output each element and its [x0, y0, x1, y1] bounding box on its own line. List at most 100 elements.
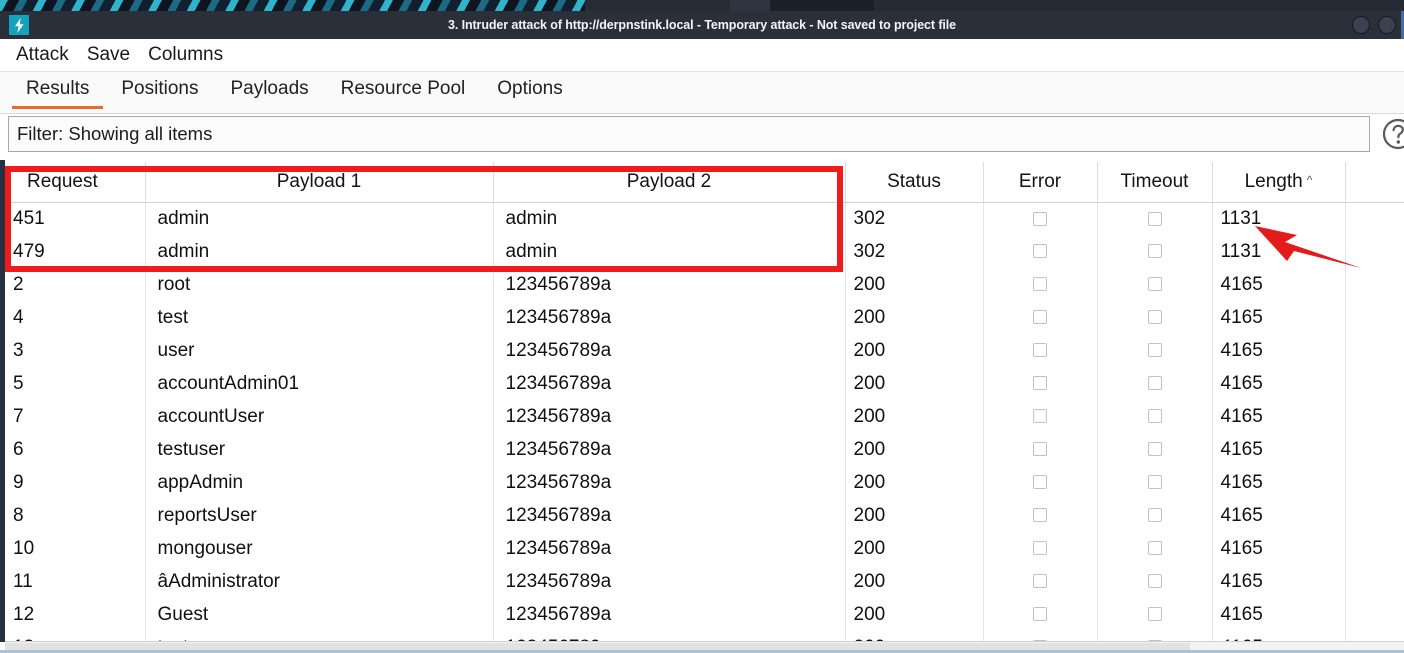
column-header-error[interactable]: Error [983, 162, 1098, 203]
checkbox-icon[interactable] [1033, 607, 1047, 622]
title-bar: 3. Intruder attack of http://derpnstink.… [0, 11, 1404, 39]
cell-error[interactable] [983, 268, 1098, 301]
checkbox-icon[interactable] [1033, 376, 1047, 391]
tab-positions[interactable]: Positions [105, 72, 214, 109]
cell-timeout[interactable] [1097, 466, 1213, 499]
column-header-length[interactable]: Length ^ [1212, 162, 1346, 203]
window-controls [1352, 16, 1396, 34]
table-row[interactable]: 8 reportsUser 123456789a 200 4165 [5, 499, 1404, 532]
cell-timeout[interactable] [1097, 202, 1213, 235]
column-header-payload1[interactable]: Payload 1 [145, 162, 494, 203]
checkbox-icon[interactable] [1147, 376, 1162, 391]
menu-item-attack[interactable]: Attack [10, 43, 75, 67]
checkbox-icon[interactable] [1033, 343, 1047, 358]
cell-status: 200 [845, 367, 984, 400]
cell-timeout[interactable] [1097, 334, 1213, 367]
tab-payloads[interactable]: Payloads [214, 72, 324, 109]
table-row[interactable]: 7 accountUser 123456789a 200 4165 [5, 400, 1404, 433]
cell-payload2: 123456789a [493, 565, 846, 598]
burp-intruder-window: 3. Intruder attack of http://derpnstink.… [0, 0, 1404, 653]
maximize-button[interactable] [1378, 16, 1396, 34]
cell-timeout[interactable] [1097, 532, 1213, 565]
checkbox-icon[interactable] [1033, 409, 1047, 424]
cell-error[interactable] [983, 400, 1098, 433]
cell-payload2: 123456789a [493, 268, 846, 301]
cell-timeout[interactable] [1097, 565, 1213, 598]
menu-item-columns[interactable]: Columns [142, 43, 229, 67]
checkbox-icon[interactable] [1033, 244, 1047, 259]
checkbox-icon[interactable] [1147, 211, 1162, 226]
column-header-timeout[interactable]: Timeout [1097, 162, 1213, 203]
checkbox-icon[interactable] [1147, 475, 1162, 490]
checkbox-icon[interactable] [1033, 442, 1047, 457]
table-row[interactable]: 11 âAdministrator 123456789a 200 4165 [5, 565, 1404, 598]
column-header-payload2[interactable]: Payload 2 [493, 162, 846, 203]
minimize-button[interactable] [1352, 16, 1370, 34]
cell-error[interactable] [983, 202, 1098, 235]
cell-error[interactable] [983, 598, 1098, 631]
cell-timeout[interactable] [1097, 301, 1213, 334]
checkbox-icon[interactable] [1033, 574, 1047, 589]
cell-timeout[interactable] [1097, 367, 1213, 400]
checkbox-icon[interactable] [1147, 607, 1162, 622]
cell-error[interactable] [983, 367, 1098, 400]
table-row[interactable]: 10 mongouser 123456789a 200 4165 [5, 532, 1404, 565]
question-circle-icon[interactable] [1381, 117, 1404, 151]
table-row[interactable]: 9 appAdmin 123456789a 200 4165 [5, 466, 1404, 499]
cell-timeout[interactable] [1097, 268, 1213, 301]
cell-timeout[interactable] [1097, 400, 1213, 433]
cell-error[interactable] [983, 235, 1098, 268]
checkbox-icon[interactable] [1147, 541, 1162, 556]
cell-status: 200 [845, 565, 984, 598]
table-row[interactable]: 5 accountAdmin01 123456789a 200 4165 [5, 367, 1404, 400]
cell-error[interactable] [983, 565, 1098, 598]
table-row[interactable]: 451 admin admin 302 1131 [5, 202, 1404, 235]
cell-status: 200 [845, 268, 984, 301]
table-row[interactable]: 12 Guest 123456789a 200 4165 [5, 598, 1404, 631]
checkbox-icon[interactable] [1033, 508, 1047, 523]
checkbox-icon[interactable] [1033, 541, 1047, 556]
checkbox-icon[interactable] [1033, 277, 1047, 292]
cell-timeout[interactable] [1097, 598, 1213, 631]
cell-timeout[interactable] [1097, 235, 1213, 268]
tab-options[interactable]: Options [481, 72, 578, 109]
cell-spacer [1345, 268, 1404, 301]
table-row[interactable]: 2 root 123456789a 200 4165 [5, 268, 1404, 301]
window-title: 3. Intruder attack of http://derpnstink.… [447, 18, 957, 32]
filter-bar[interactable]: Filter: Showing all items [8, 116, 1370, 152]
table-row[interactable]: 479 admin admin 302 1131 [5, 235, 1404, 268]
checkbox-icon[interactable] [1147, 409, 1162, 424]
checkbox-icon[interactable] [1147, 244, 1162, 259]
checkbox-icon[interactable] [1033, 475, 1047, 490]
cell-timeout[interactable] [1097, 433, 1213, 466]
table-row[interactable]: 4 test 123456789a 200 4165 [5, 301, 1404, 334]
cell-payload2: 123456789a [493, 532, 846, 565]
cell-status: 200 [845, 433, 984, 466]
cell-error[interactable] [983, 301, 1098, 334]
checkbox-icon[interactable] [1147, 574, 1162, 589]
sliver-segment-a [585, 0, 730, 11]
menu-item-save[interactable]: Save [81, 43, 136, 67]
checkbox-icon[interactable] [1147, 442, 1162, 457]
table-row[interactable]: 3 user 123456789a 200 4165 [5, 334, 1404, 367]
cell-error[interactable] [983, 466, 1098, 499]
checkbox-icon[interactable] [1033, 211, 1047, 226]
checkbox-icon[interactable] [1147, 343, 1162, 358]
cell-request: 11 [5, 565, 146, 598]
cell-error[interactable] [983, 433, 1098, 466]
cell-error[interactable] [983, 532, 1098, 565]
checkbox-icon[interactable] [1147, 310, 1162, 325]
tab-resource-pool[interactable]: Resource Pool [325, 72, 482, 109]
cell-error[interactable] [983, 334, 1098, 367]
column-header-request[interactable]: Request [5, 162, 146, 203]
tab-results[interactable]: Results [10, 72, 105, 109]
checkbox-icon[interactable] [1033, 310, 1047, 325]
table-row[interactable]: 6 testuser 123456789a 200 4165 [5, 433, 1404, 466]
cell-status: 200 [845, 466, 984, 499]
checkbox-icon[interactable] [1147, 508, 1162, 523]
cell-timeout[interactable] [1097, 499, 1213, 532]
checkbox-icon[interactable] [1147, 277, 1162, 292]
cell-error[interactable] [983, 499, 1098, 532]
column-header-status[interactable]: Status [845, 162, 984, 203]
cell-spacer [1345, 202, 1404, 235]
